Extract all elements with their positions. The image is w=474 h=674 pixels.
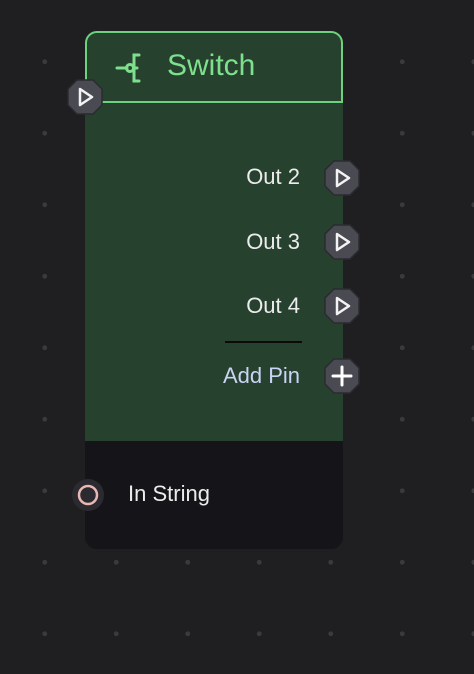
- exec-out-pin-icon: [324, 288, 360, 324]
- add-pin-button[interactable]: [323, 357, 361, 395]
- node-footer: In String: [85, 441, 343, 549]
- exec-out-pin-icon: [324, 224, 360, 260]
- exec-in-pin[interactable]: [66, 78, 104, 116]
- add-pin-label[interactable]: Add Pin: [223, 363, 300, 389]
- exec-out-pin-out-2[interactable]: [323, 159, 361, 197]
- output-label-out-2: Out 2: [246, 164, 300, 189]
- output-label-out-4: Out 4: [246, 293, 300, 318]
- switch-branch-icon: [115, 53, 141, 83]
- node-header[interactable]: Switch: [85, 31, 343, 103]
- exec-out-pin-out-3[interactable]: [323, 223, 361, 261]
- exec-out-pin-out-4[interactable]: [323, 287, 361, 325]
- string-pin-icon: [72, 479, 104, 511]
- exec-out-pin-icon: [324, 160, 360, 196]
- output-label-out-3: Out 3: [246, 229, 300, 254]
- string-in-pin[interactable]: [69, 476, 107, 514]
- node-title: Switch: [167, 49, 256, 82]
- exec-in-pin-icon: [67, 79, 103, 115]
- plus-icon: [324, 358, 360, 394]
- input-label-in-string: In String: [128, 481, 210, 506]
- output-divider: [225, 341, 302, 343]
- switch-node[interactable]: Switch Out 2 Out 3 Out 4 Add Pin In Stri…: [85, 31, 343, 549]
